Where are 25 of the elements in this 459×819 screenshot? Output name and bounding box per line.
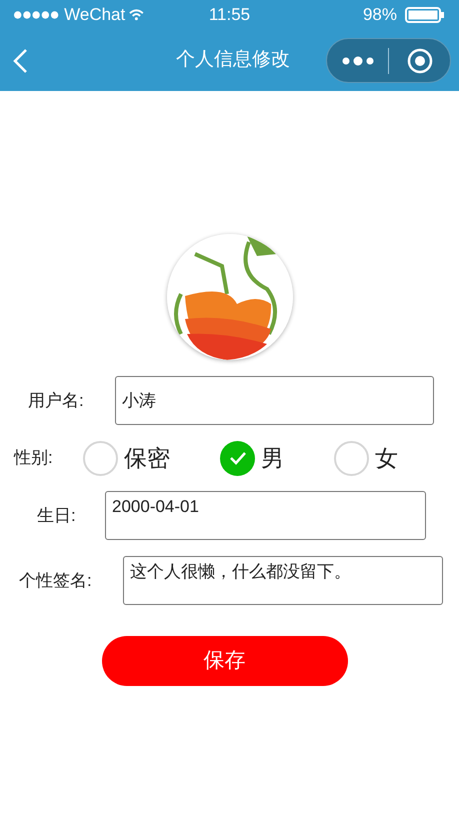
radio-label: 女 — [375, 444, 398, 473]
check-icon — [228, 451, 246, 465]
field-label: 个性签名: — [19, 570, 92, 590]
wifi-icon — [129, 9, 144, 21]
field-label: 性别: — [14, 448, 53, 468]
radio-button[interactable] — [220, 440, 255, 476]
carrier-name: WeChat — [64, 4, 126, 26]
input-field[interactable]: 小涛 — [115, 376, 434, 425]
more-icon — [342, 56, 374, 66]
field-label: 生日: — [37, 506, 76, 525]
radio-button[interactable] — [334, 440, 369, 476]
save-button[interactable]: 保存 — [102, 636, 348, 686]
signal-icon — [14, 11, 60, 19]
page-title: 个人信息修改 — [176, 48, 290, 72]
radio-label: 保密 — [124, 444, 170, 473]
radio-label: 男 — [261, 444, 284, 473]
clock-time: 11:55 — [208, 4, 250, 26]
battery-percent: 98% — [362, 4, 397, 26]
input-field[interactable]: 这个人很懒，什么都没留下。 — [123, 556, 443, 605]
radio-button[interactable] — [83, 440, 118, 476]
field-label: 用户名: — [28, 390, 84, 410]
close-icon — [406, 48, 432, 74]
input-field[interactable]: 2000-04-01 — [105, 491, 426, 540]
battery-icon — [405, 7, 445, 23]
back-icon — [12, 48, 28, 74]
